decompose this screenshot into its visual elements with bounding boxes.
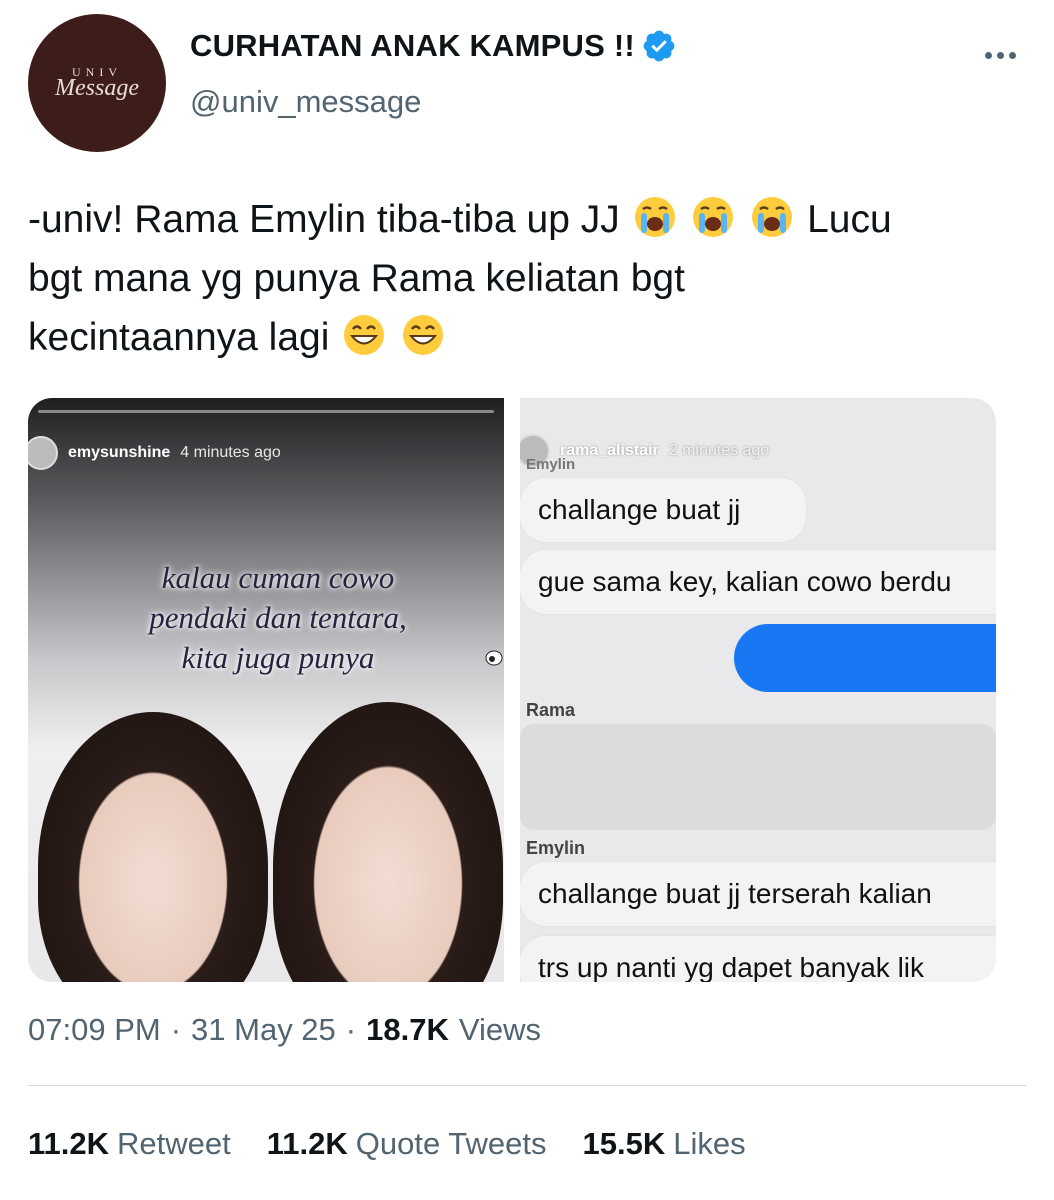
user-handle[interactable]: @univ_message: [190, 84, 421, 120]
likes-label: Likes: [673, 1126, 746, 1161]
grinning-face-icon: [403, 315, 444, 355]
chat-bubble: gue sama key, kalian cowo berdu: [520, 550, 996, 614]
retweets-stat[interactable]: 11.2K Retweet: [28, 1126, 231, 1162]
tweet-media[interactable]: emysunshine 4 minutes ago kalau cuman co…: [28, 398, 996, 982]
chat-sender-emylin: Emylin: [526, 838, 586, 858]
portrait-right: [273, 702, 503, 982]
chat-bubble-outgoing: [734, 624, 996, 692]
loudly-crying-face-icon: [752, 197, 793, 237]
grinning-face-icon: [344, 315, 385, 355]
story-quote-line2: pendaki dan tentara,: [149, 600, 407, 635]
tweet-line1-end: Lucu: [807, 198, 892, 241]
more-options-icon[interactable]: [985, 52, 1016, 59]
loudly-crying-face-icon: [634, 197, 675, 237]
story-header: emysunshine 4 minutes ago: [28, 436, 281, 470]
tweet-line3-text: kecintaannya lagi: [28, 316, 330, 359]
tweet-meta: 07:09 PM · 31 May 25 · 18.7K Views: [28, 1012, 541, 1048]
quotes-label: Quote Tweets: [355, 1126, 547, 1161]
divider: [28, 1085, 1026, 1086]
quotes-count: 11.2K: [266, 1126, 348, 1161]
meta-separator: ·: [170, 1012, 182, 1047]
story-quote-line3: kita juga punya: [181, 640, 375, 675]
story-username: emysunshine: [68, 444, 171, 461]
tweet-text: -univ! Rama Emylin tiba-tiba up JJ Lucu …: [28, 190, 1028, 367]
eyes-icon: [485, 650, 503, 666]
meta-separator: ·: [345, 1012, 357, 1047]
quote-tweets-stat[interactable]: 11.2K Quote Tweets: [267, 1126, 547, 1162]
views-count: 18.7K: [366, 1012, 449, 1047]
views-label: Views: [458, 1012, 541, 1047]
story-progress-bar: [38, 410, 494, 413]
loudly-crying-face-icon: [693, 197, 734, 237]
story-avatar: [28, 436, 58, 470]
display-name[interactable]: CURHATAN ANAK KAMPUS !!: [190, 28, 635, 64]
tweet-time[interactable]: 07:09 PM: [28, 1012, 161, 1048]
retweets-count: 11.2K: [28, 1126, 110, 1161]
verified-badge-icon: [643, 30, 675, 62]
profile-avatar[interactable]: UNIV Message: [28, 14, 166, 152]
avatar-text-bottom: Message: [55, 75, 139, 101]
story-timestamp: 4 minutes ago: [180, 444, 281, 461]
portrait-left: [38, 712, 268, 982]
chat-bubble: challange buat jj: [520, 478, 806, 542]
engagement-stats: 11.2K Retweet 11.2K Quote Tweets 15.5K Like…: [28, 1126, 746, 1162]
chat-bubble: trs up nanti yg dapet banyak lik: [520, 936, 996, 982]
story-timestamp: 2 minutes ago: [668, 442, 770, 459]
media-image-story-1[interactable]: emysunshine 4 minutes ago kalau cuman co…: [28, 398, 504, 982]
chat-sender-top: Emylin: [526, 456, 576, 473]
retweets-label: Retweet: [117, 1126, 231, 1161]
story-quote: kalau cuman cowo pendaki dan tentara, ki…: [98, 558, 458, 678]
chat-sender-rama: Rama: [526, 700, 576, 720]
tweet-line1-text: -univ! Rama Emylin tiba-tiba up JJ: [28, 198, 620, 241]
author-name-row: CURHATAN ANAK KAMPUS !!: [190, 28, 677, 64]
story-quote-line1: kalau cuman cowo: [161, 560, 395, 595]
likes-count: 15.5K: [582, 1126, 666, 1161]
chat-bubble: challange buat jj terserah kalian: [520, 862, 996, 926]
media-image-story-2[interactable]: rama_alistair 2 minutes ago Emylin chall…: [520, 398, 996, 982]
likes-stat[interactable]: 15.5K Likes: [582, 1126, 745, 1162]
chat-bubble-blank: [520, 724, 996, 830]
tweet-date[interactable]: 31 May 25: [191, 1012, 336, 1048]
tweet-line2-text: bgt mana yg punya Rama keliatan bgt: [28, 257, 685, 300]
